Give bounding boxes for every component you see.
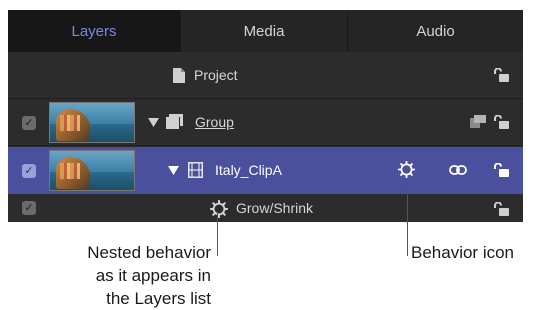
link-icon[interactable] [449,165,467,175]
clip-thumbnail [49,150,135,191]
behavior-label[interactable]: Grow/Shrink [236,200,313,216]
nested-callout-line-2: as it appears in [95,266,211,285]
tab-audio[interactable]: Audio [348,10,523,52]
lock-icon[interactable] [493,115,509,129]
nested-callout-line-1: Nested behavior [87,243,211,262]
gear-icon [210,200,228,218]
disclosure-triangle-icon[interactable] [168,166,179,175]
layer-row-behavior[interactable]: ✓ Grow/Shrink [8,195,523,222]
clip-visibility-checkbox[interactable]: ✓ [22,164,36,178]
behavior-enable-checkbox[interactable]: ✓ [22,201,36,215]
nested-behavior-callout: Nested behavior as it appears in the Lay… [87,241,211,310]
layer-stack-icon [470,115,486,128]
nested-behavior-leader-line [217,212,218,256]
group-label[interactable]: Group [195,114,234,130]
disclosure-triangle-icon[interactable] [148,118,159,127]
clip-label[interactable]: Italy_ClipA [215,162,282,178]
group-thumbnail [49,102,135,143]
tab-bar: Layers Media Audio [8,10,523,52]
layers-panel: Layers Media Audio Project ✓ Group ✓ Ita… [8,10,523,222]
lock-icon[interactable] [493,163,509,177]
tab-layers[interactable]: Layers [8,10,181,52]
lock-icon[interactable] [493,68,509,82]
tab-media[interactable]: Media [181,10,348,52]
document-icon [173,68,185,83]
gear-icon[interactable] [398,161,415,178]
group-icon [166,114,183,129]
layer-row-clip[interactable]: ✓ Italy_ClipA [8,147,523,194]
behavior-icon-leader-line [407,180,408,256]
film-icon [188,162,203,178]
layer-row-project[interactable]: Project [8,52,523,99]
layer-row-group[interactable]: ✓ Group [8,99,523,146]
behavior-icon-callout: Behavior icon [411,243,515,262]
project-label: Project [194,67,238,83]
group-visibility-checkbox[interactable]: ✓ [22,116,36,130]
lock-icon[interactable] [493,202,509,216]
nested-callout-line-3: the Layers list [106,289,211,308]
